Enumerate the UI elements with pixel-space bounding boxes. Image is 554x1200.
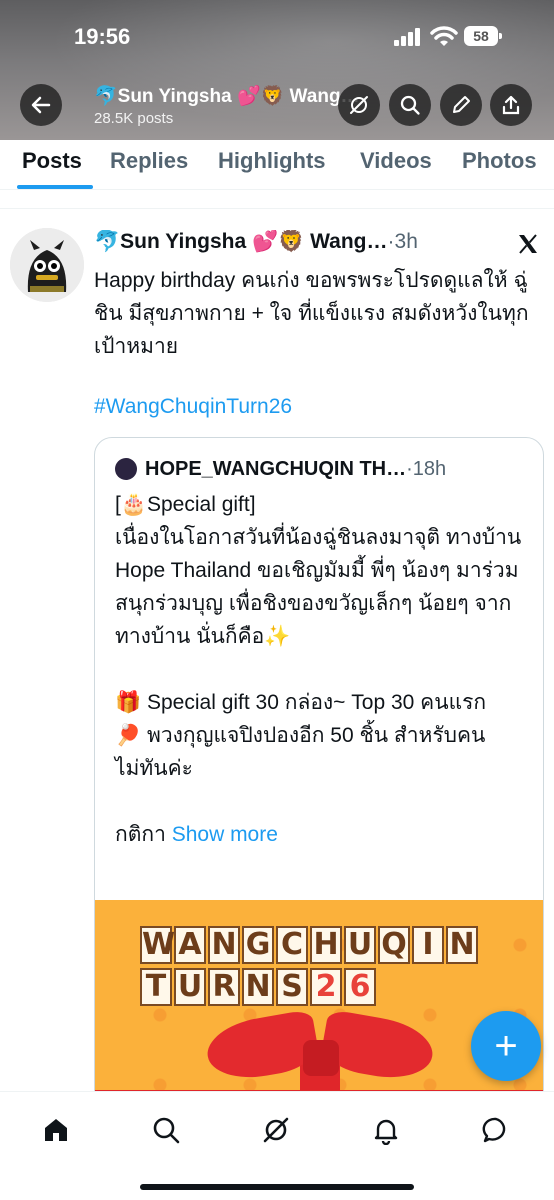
tab-highlights[interactable]: Highlights [218, 148, 326, 174]
tweet-author-name[interactable]: 🐬Sun Yingsha 💕🦁 Wang… [94, 230, 388, 254]
cellular-signal-icon [394, 28, 422, 46]
bell-icon [374, 1119, 398, 1145]
tab-posts[interactable]: Posts [22, 148, 82, 174]
tweet-text: Happy birthday คนเก่ง ขอพรพระโปรดดูแลให้… [94, 269, 529, 358]
profile-header: 19:56 58 🐬Sun Yingsha 💕🦁 Wang… 28.5K pos… [0, 0, 554, 140]
quoted-tweet-card[interactable]: HOPE_WANGCHUQIN TH…·18h [🎂Special gift] … [94, 437, 544, 1117]
quoted-line [115, 785, 535, 818]
bow-graphic [303, 1040, 339, 1076]
tab-videos[interactable]: Videos [360, 148, 432, 174]
nav-notifications[interactable] [366, 1110, 406, 1150]
arrow-left-icon [31, 96, 51, 114]
grok-button[interactable] [338, 84, 380, 126]
share-button[interactable] [490, 84, 532, 126]
image-letter-tile: 6 [344, 968, 376, 1006]
tweet-timestamp[interactable]: ·3h [388, 230, 418, 253]
quoted-last-line: กติกา Show more [115, 818, 535, 851]
quoted-line: เนื่องในโอกาสวันที่น้องฉู่ชินลงมาจุติ ทา… [115, 526, 522, 648]
pencil-icon [453, 96, 470, 113]
image-title-line-1: WANGCHUQIN [140, 926, 510, 964]
image-letter-tile: U [344, 926, 376, 964]
quoted-tweet-text: [🎂Special gift] เนื่องในโอกาสวันที่น้องฉ… [115, 488, 535, 851]
nav-messages[interactable] [476, 1110, 516, 1150]
quoted-line: 🏓 พวงกุญแจปิงปองอีก 50 ชิ้น สำหรับคนไม่ท… [115, 724, 486, 780]
avatar[interactable] [10, 228, 84, 302]
tab-replies[interactable]: Replies [110, 148, 188, 174]
back-button[interactable] [20, 84, 62, 126]
quoted-line [115, 653, 535, 686]
plus-icon: + [494, 1023, 518, 1068]
image-title-line-2: TURNS26 [140, 968, 510, 1006]
search-icon [153, 1117, 180, 1144]
quoted-image[interactable]: WANGCHUQIN TURNS26 [95, 900, 543, 1116]
compose-button[interactable]: + [471, 1011, 541, 1081]
search-button[interactable] [389, 84, 431, 126]
quoted-avatar[interactable] [115, 458, 137, 480]
image-letter-tile: H [310, 926, 342, 964]
quoted-tweet-header: HOPE_WANGCHUQIN TH…·18h [145, 458, 446, 481]
home-indicator [140, 1184, 414, 1190]
image-letter-tile: Q [378, 926, 410, 964]
image-letter-tile: U [174, 968, 206, 1006]
grok-icon [263, 1117, 289, 1143]
quoted-timestamp[interactable]: ·18h [406, 458, 446, 480]
profile-tabs: Posts Replies Highlights Videos Photos [0, 140, 554, 190]
image-letter-tile: R [208, 968, 240, 1006]
share-icon [502, 95, 520, 115]
image-letter-tile: I [412, 926, 444, 964]
image-letter-tile: A [174, 926, 206, 964]
avatar-image [10, 228, 84, 302]
image-letter-tile: G [242, 926, 274, 964]
search-icon [400, 95, 420, 115]
wifi-icon [430, 26, 458, 46]
image-letter-tile: C [276, 926, 308, 964]
x-logo-icon [519, 234, 537, 254]
message-icon [482, 1117, 506, 1143]
image-letter-tile: S [276, 968, 308, 1006]
divider [0, 208, 554, 209]
image-letter-tile: N [242, 968, 274, 1006]
status-time: 19:56 [74, 24, 131, 49]
active-tab-indicator [17, 185, 93, 189]
quoted-line: [🎂Special gift] [115, 493, 256, 516]
status-bar: 19:56 58 [0, 0, 554, 74]
home-icon [45, 1119, 67, 1141]
edit-button[interactable] [440, 84, 482, 126]
nav-search[interactable] [146, 1110, 186, 1150]
grok-icon [350, 96, 368, 114]
quoted-line: 🎁 Special gift 30 กล่อง~ Top 30 คนแรก [115, 691, 487, 714]
show-more-link[interactable]: Show more [172, 823, 278, 846]
image-letter-tile: N [208, 926, 240, 964]
tab-photos[interactable]: Photos [462, 148, 537, 174]
image-letter-tile: N [446, 926, 478, 964]
tweet-header: 🐬Sun Yingsha 💕🦁 Wang…·3h [94, 230, 494, 254]
quoted-last-line-prefix: กติกา [115, 823, 172, 846]
quoted-author-name[interactable]: HOPE_WANGCHUQIN TH… [145, 458, 406, 481]
battery-indicator: 58 [464, 26, 502, 46]
image-letter-tile: T [140, 968, 172, 1006]
nav-home[interactable] [36, 1110, 76, 1150]
nav-grok[interactable] [256, 1110, 296, 1150]
image-letter-tile: 2 [310, 968, 342, 1006]
image-letter-tile: W [140, 926, 176, 964]
tweet-hashtag-link[interactable]: #WangChuqinTurn26 [94, 395, 292, 419]
